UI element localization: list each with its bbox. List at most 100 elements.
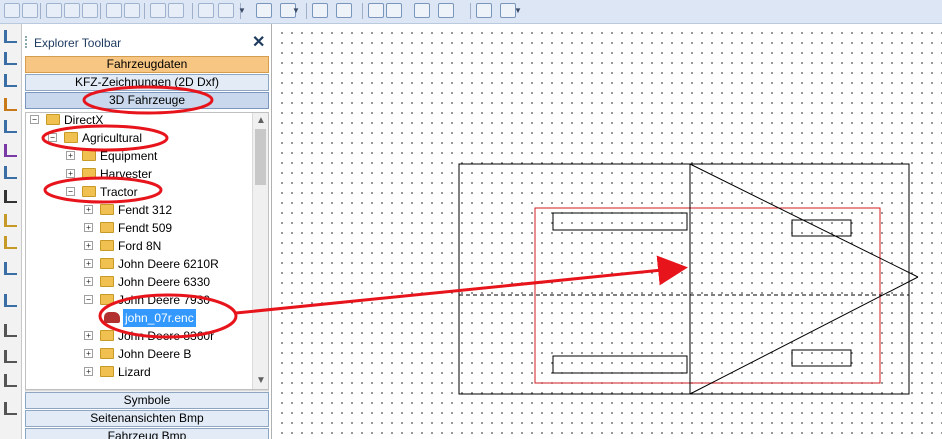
tool-icon[interactable] <box>4 120 17 133</box>
collapse-icon[interactable]: − <box>48 133 57 142</box>
expand-icon[interactable]: + <box>84 349 93 358</box>
tool-icon[interactable] <box>4 402 17 415</box>
tree-node[interactable]: + John Deere 8360r <box>26 327 252 345</box>
layer-icon[interactable] <box>124 3 140 18</box>
tree-node-label: Tractor <box>100 185 138 199</box>
expand-icon[interactable]: + <box>66 151 75 160</box>
tree-node[interactable]: − Tractor <box>26 183 252 201</box>
tree-node[interactable]: − Agricultural <box>26 129 252 147</box>
layer-icon[interactable] <box>46 3 62 18</box>
expand-icon[interactable]: + <box>84 241 93 250</box>
left-tool-strip <box>0 24 22 439</box>
tool-icon[interactable] <box>4 262 17 275</box>
scroll-up-icon[interactable]: ▲ <box>256 115 266 126</box>
tree-node[interactable]: − DirectX <box>26 113 252 129</box>
tool-icon[interactable] <box>4 374 17 387</box>
expand-icon[interactable]: + <box>84 277 93 286</box>
expand-icon[interactable]: + <box>66 169 75 178</box>
toolbar-separator <box>362 3 363 19</box>
layer-icon[interactable] <box>4 3 20 18</box>
explorer-title: Explorer Toolbar <box>34 36 122 50</box>
category-seitenansichten[interactable]: Seitenansichten Bmp <box>25 410 269 427</box>
grid-icon[interactable] <box>476 3 492 18</box>
tree-vertical-scrollbar[interactable]: ▲ ▼ <box>252 113 268 389</box>
tree-node-label: Equipment <box>100 149 158 163</box>
folder-icon <box>100 240 114 251</box>
tree-node[interactable]: + Ford 8N <box>26 237 252 255</box>
dropdown-arrow-icon[interactable]: ▼ <box>238 6 246 15</box>
tree-node-label: John Deere 8360r <box>118 329 215 343</box>
layer-icon[interactable] <box>64 3 80 18</box>
grid-icon[interactable] <box>312 3 328 18</box>
layer-icon[interactable] <box>106 3 122 18</box>
expand-icon[interactable]: + <box>84 223 93 232</box>
folder-icon <box>100 330 114 341</box>
folder-icon <box>82 186 96 197</box>
vehicle-drawing <box>458 163 919 395</box>
grip-icon[interactable] <box>25 36 27 48</box>
scroll-down-icon[interactable]: ▼ <box>256 375 266 386</box>
grid-icon[interactable] <box>386 3 402 18</box>
tool-icon[interactable] <box>4 214 17 227</box>
tree-node[interactable]: + Fendt 312 <box>26 201 252 219</box>
category-3d-fahrzeuge[interactable]: 3D Fahrzeuge <box>25 92 269 109</box>
expand-icon[interactable]: + <box>84 205 93 214</box>
grid-icon[interactable] <box>336 3 352 18</box>
collapse-icon[interactable]: − <box>84 295 93 304</box>
tree-node[interactable]: + Harvester <box>26 165 252 183</box>
tree-node[interactable]: + Lizard <box>26 363 252 381</box>
tree-node[interactable]: + John Deere 6330 <box>26 273 252 291</box>
expand-icon[interactable]: + <box>84 367 93 376</box>
tool-icon[interactable] <box>4 144 17 157</box>
expand-icon[interactable]: + <box>84 331 93 340</box>
tree-node-label: john_07r.enc <box>123 309 196 327</box>
tree-node[interactable]: − John Deere 7930 <box>26 291 252 309</box>
gear-icon[interactable] <box>198 3 214 18</box>
tool-icon[interactable] <box>4 52 17 65</box>
folder-icon <box>100 348 114 359</box>
tool-icon[interactable] <box>4 324 17 337</box>
grid-icon[interactable] <box>438 3 454 18</box>
expand-icon[interactable]: + <box>84 259 93 268</box>
tool-icon[interactable] <box>4 166 17 179</box>
tool-icon[interactable] <box>4 74 17 87</box>
category-fahrzeugdaten[interactable]: Fahrzeugdaten <box>25 56 269 73</box>
tool-icon[interactable] <box>4 294 17 307</box>
folder-icon <box>100 222 114 233</box>
toolbar-separator <box>306 3 307 19</box>
drawing-canvas[interactable] <box>273 24 942 439</box>
gear-icon[interactable] <box>218 3 234 18</box>
tool-icon[interactable] <box>4 30 17 43</box>
scroll-thumb[interactable] <box>255 129 266 185</box>
layer-icon[interactable] <box>168 3 184 18</box>
tool-icon[interactable] <box>4 236 17 249</box>
dropdown-arrow-icon[interactable]: ▼ <box>514 6 522 15</box>
layer-icon[interactable] <box>22 3 38 18</box>
tree-node-label: Fendt 312 <box>118 203 173 217</box>
collapse-icon[interactable]: − <box>66 187 75 196</box>
close-icon[interactable]: ✕ <box>252 32 265 52</box>
grid-icon[interactable] <box>414 3 430 18</box>
tree-node[interactable]: + John Deere 6210R <box>26 255 252 273</box>
tree-node[interactable]: + Fendt 509 <box>26 219 252 237</box>
layer-icon[interactable] <box>150 3 166 18</box>
category-fahrzeug-bmp[interactable]: Fahrzeug Bmp <box>25 428 269 439</box>
tool-icon[interactable] <box>4 350 17 363</box>
collapse-icon[interactable]: − <box>30 115 39 124</box>
category-kfz-zeichnungen[interactable]: KFZ-Zeichnungen (2D Dxf) <box>25 74 269 91</box>
dropdown-arrow-icon[interactable]: ▼ <box>292 6 300 15</box>
explorer-panel: Explorer Toolbar ✕ Fahrzeugdaten KFZ-Zei… <box>22 24 272 439</box>
vehicle-tree: − DirectX − Agricultural + Equipment + Harveste… <box>25 112 269 390</box>
tree-node[interactable]: + Equipment <box>26 147 252 165</box>
category-symbole[interactable]: Symbole <box>25 392 269 409</box>
tree-node-label: Agricultural <box>82 131 143 145</box>
folder-icon <box>100 276 114 287</box>
layer-icon[interactable] <box>82 3 98 18</box>
tool-icon[interactable] <box>4 190 17 203</box>
grid-icon[interactable] <box>256 3 272 18</box>
wheel-front-left <box>552 212 688 231</box>
grid-icon[interactable] <box>368 3 384 18</box>
tool-icon[interactable] <box>4 98 17 111</box>
tree-node[interactable]: + John Deere B <box>26 345 252 363</box>
tree-node[interactable]: john_07r.enc <box>26 309 252 327</box>
